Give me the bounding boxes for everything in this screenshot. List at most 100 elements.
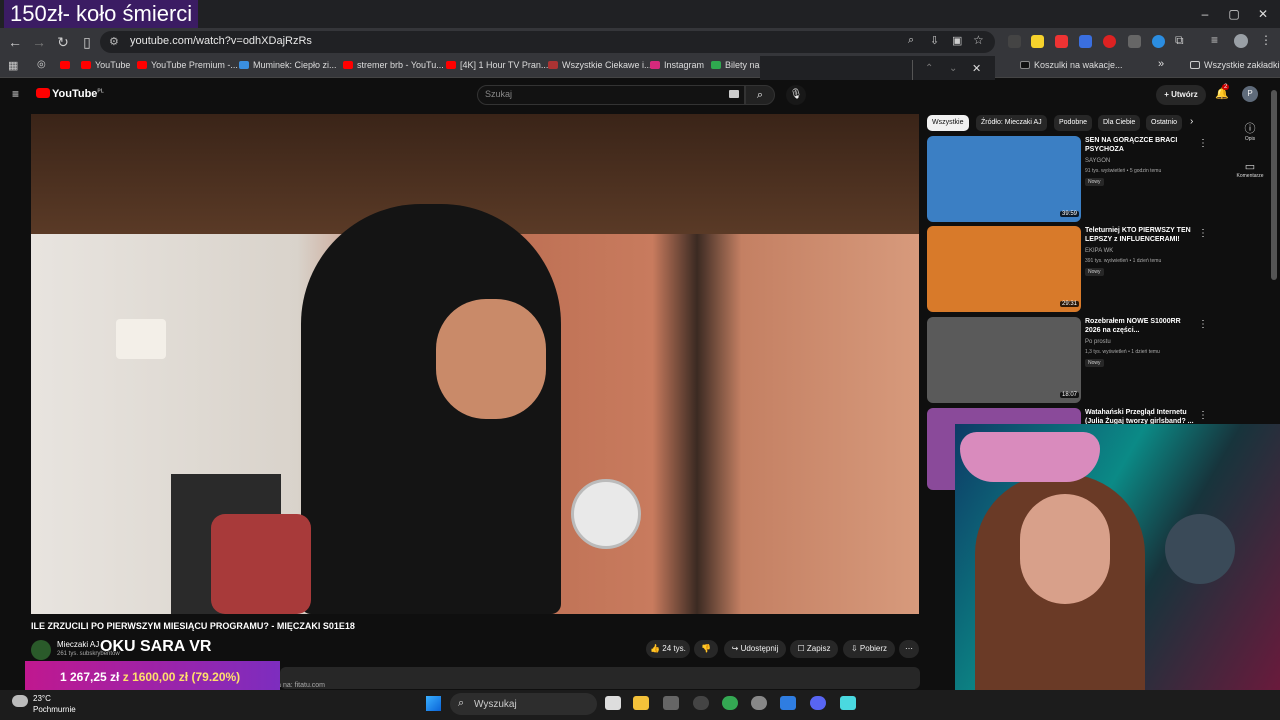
extension-icon[interactable]: [1152, 35, 1165, 48]
chip-recent[interactable]: Ostatnio: [1146, 115, 1183, 131]
browser-menu-icon[interactable]: ⋮: [1260, 33, 1272, 47]
keyboard-icon[interactable]: [729, 90, 739, 98]
app-icon[interactable]: [693, 696, 709, 710]
create-button[interactable]: + Utwórz: [1156, 85, 1206, 105]
more-actions-icon[interactable]: ⋯: [899, 640, 919, 658]
extension-icon[interactable]: [1128, 35, 1141, 48]
recommendation-menu-icon[interactable]: ⋮: [1198, 228, 1208, 239]
forward-icon[interactable]: →: [29, 32, 49, 52]
youtube-logo[interactable]: YouTubePL: [36, 88, 104, 100]
recommendation-meta: 391 tys. wyświetleń • 1 dzień temu: [1085, 258, 1162, 264]
video-duration: 18:07: [1060, 392, 1080, 398]
bookmark-item[interactable]: YouTube Premium -...: [137, 60, 238, 70]
channel-avatar[interactable]: [31, 640, 51, 660]
profile-avatar-icon[interactable]: [1234, 34, 1248, 48]
description-panel-button[interactable]: ⓘ Opis: [1236, 120, 1264, 142]
more-bookmarks-icon[interactable]: »: [1158, 58, 1164, 70]
description-box[interactable]: [280, 667, 920, 689]
bookmark-item[interactable]: Koszulki na wakacje...: [1020, 60, 1123, 70]
find-close-icon[interactable]: ✕: [972, 62, 981, 75]
install-icon[interactable]: ⇩: [930, 34, 939, 47]
bookmark-item[interactable]: Muminek: Ciepło zi...: [239, 60, 337, 70]
recommendation-channel[interactable]: Po prostu: [1085, 339, 1111, 345]
file-explorer-icon[interactable]: [633, 696, 649, 710]
minimize-button[interactable]: –: [1190, 4, 1220, 24]
video-frame-lamp: [116, 319, 166, 359]
all-bookmarks-folder[interactable]: Wszystkie zakładki: [1190, 60, 1280, 70]
start-windows-icon[interactable]: [426, 696, 441, 711]
webcam-plush: [1165, 514, 1235, 584]
page-scrollbar[interactable]: [1271, 90, 1277, 280]
bookmark-item[interactable]: [4K] 1 Hour TV Pran...: [446, 60, 548, 70]
hamburger-menu-icon[interactable]: ≡: [12, 87, 19, 101]
search-input[interactable]: [477, 85, 745, 105]
chip-source[interactable]: Źródło: Mieczaki AJ: [976, 115, 1047, 131]
download-button[interactable]: ⇩ Pobierz: [843, 640, 895, 658]
bookmark-item[interactable]: stremer brb - YouTu...: [343, 60, 444, 70]
bookmark-item[interactable]: Instagram: [650, 60, 704, 70]
reload-icon[interactable]: ↻: [53, 32, 73, 52]
save-button[interactable]: ☐ Zapisz: [790, 640, 838, 658]
bookmark-youtube-icon[interactable]: [60, 60, 74, 70]
recommendation-menu-icon[interactable]: ⋮: [1198, 319, 1208, 330]
back-icon[interactable]: ←: [5, 32, 25, 52]
chip-all[interactable]: Wszystkie: [927, 115, 969, 131]
bookmark-icon[interactable]: ◎: [37, 59, 46, 70]
recommendation-thumbnail[interactable]: [927, 317, 1081, 403]
task-view-icon[interactable]: [605, 696, 621, 710]
app-window-icon[interactable]: [780, 696, 796, 710]
bookmark-item[interactable]: Wszystkie Ciekawe i...: [548, 60, 652, 70]
sidebar-icon[interactable]: ▯: [77, 32, 97, 52]
recommendation-title[interactable]: SEN NA GORĄCZCE BRACI PSYCHOZA: [1085, 136, 1195, 154]
channel-name[interactable]: Mieczaki AJ: [57, 640, 99, 649]
recommendation-thumbnail[interactable]: [927, 136, 1081, 222]
recommendation-title[interactable]: Rozebrałem NOWE S1000RR 2026 na części..…: [1085, 317, 1195, 335]
recommendation-channel[interactable]: EKIPA WK: [1085, 248, 1113, 254]
weather-cloud-icon[interactable]: [12, 695, 28, 707]
extension-icon[interactable]: [1055, 35, 1068, 48]
reading-list-icon[interactable]: ≡: [1211, 33, 1218, 47]
url-text[interactable]: youtube.com/watch?v=odhXDajRzRs: [130, 35, 312, 47]
chip-similar[interactable]: Podobne: [1054, 115, 1093, 131]
discord-icon[interactable]: [810, 696, 826, 710]
recommendation-menu-icon[interactable]: ⋮: [1198, 410, 1208, 421]
extensions-puzzle-icon[interactable]: ⧉: [1175, 33, 1184, 48]
chips-next-icon[interactable]: ›: [1190, 116, 1193, 127]
recommendation-thumbnail[interactable]: [927, 226, 1081, 312]
settings-gear-icon[interactable]: [751, 696, 767, 710]
account-avatar[interactable]: P: [1242, 86, 1258, 102]
store-icon[interactable]: [663, 696, 679, 710]
bookmark-item[interactable]: YouTube: [81, 60, 130, 70]
bookmark-star-icon[interactable]: ☆: [973, 33, 984, 47]
microphone-icon[interactable]: 🎙: [786, 85, 806, 105]
webcam-cat-ears: [960, 432, 1100, 482]
notepad-icon[interactable]: [840, 696, 856, 710]
chip-for-you[interactable]: Dla Ciebie: [1098, 115, 1141, 131]
close-window-button[interactable]: ✕: [1248, 4, 1278, 24]
recommendation-channel[interactable]: SAYGON: [1085, 158, 1110, 164]
find-next-icon[interactable]: ⌄: [949, 63, 957, 74]
site-info-icon[interactable]: ⚙: [109, 35, 119, 48]
comments-panel-button[interactable]: ▭ Komentarze: [1236, 160, 1264, 179]
apps-grid-icon[interactable]: ▦: [8, 59, 18, 72]
zoom-icon[interactable]: ⌕: [908, 34, 914, 47]
bookmark-item[interactable]: Bilety na: [711, 60, 760, 70]
like-button[interactable]: 👍 24 tys.: [646, 640, 690, 658]
chrome-icon[interactable]: [722, 696, 738, 710]
taskbar-search-input[interactable]: [450, 693, 597, 715]
weather-temperature[interactable]: 23°C: [33, 694, 51, 703]
maximize-button[interactable]: ▢: [1219, 4, 1249, 24]
extension-icon[interactable]: [1103, 35, 1116, 48]
share-button[interactable]: ↪ Udostępnij: [724, 640, 786, 658]
find-previous-icon[interactable]: ⌃: [925, 63, 933, 74]
recommendation-menu-icon[interactable]: ⋮: [1198, 138, 1208, 149]
search-button[interactable]: ⌕: [745, 85, 775, 105]
cast-icon[interactable]: ▣: [952, 34, 962, 47]
weather-description[interactable]: Pochmurnie: [33, 705, 76, 714]
extension-icon[interactable]: [1079, 35, 1092, 48]
extension-icon[interactable]: [1008, 35, 1021, 48]
video-player[interactable]: [31, 114, 919, 614]
recommendation-title[interactable]: Teleturniej KTO PIERWSZY TEN LEPSZY z IN…: [1085, 226, 1195, 244]
dislike-button[interactable]: 👎: [694, 640, 718, 658]
extension-icon[interactable]: [1031, 35, 1044, 48]
